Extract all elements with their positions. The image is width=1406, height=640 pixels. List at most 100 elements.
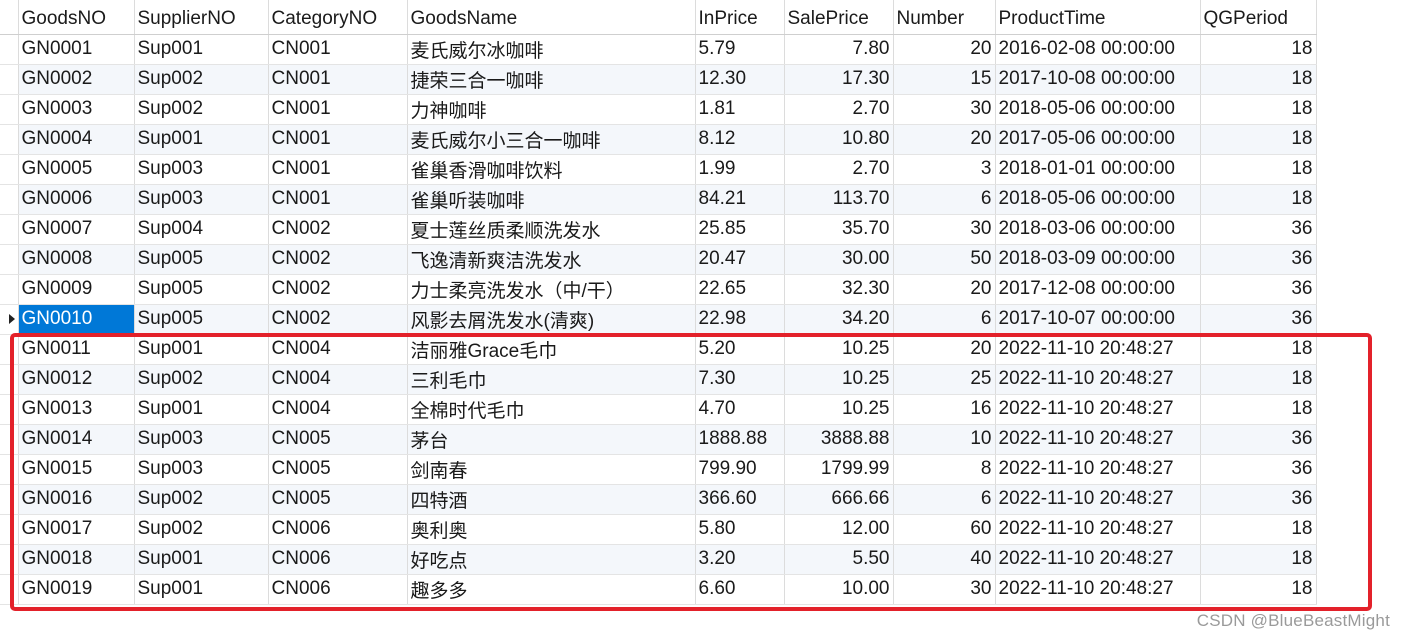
table-cell[interactable]: CN004 bbox=[268, 394, 408, 425]
table-cell[interactable]: 4.70 bbox=[695, 394, 785, 425]
table-cell[interactable]: 32.30 bbox=[784, 274, 894, 305]
row-indicator[interactable] bbox=[0, 64, 19, 95]
table-cell[interactable]: 36 bbox=[1200, 484, 1317, 515]
row-indicator[interactable] bbox=[0, 364, 19, 395]
table-row[interactable]: GN0008 Sup005 CN002 飞逸清新爽洁洗发水 20.47 30.00 50 20… bbox=[0, 244, 1317, 275]
table-cell[interactable]: 6 bbox=[893, 184, 996, 215]
table-cell[interactable]: 3888.88 bbox=[784, 424, 894, 455]
row-indicator[interactable] bbox=[0, 304, 19, 335]
table-cell[interactable]: CN001 bbox=[268, 154, 408, 185]
table-cell[interactable]: 2016-02-08 00:00:00 bbox=[995, 34, 1201, 65]
table-cell[interactable]: CN005 bbox=[268, 424, 408, 455]
table-cell[interactable]: Sup005 bbox=[134, 304, 269, 335]
table-cell[interactable]: GN0005 bbox=[18, 154, 135, 185]
table-cell[interactable]: 366.60 bbox=[695, 484, 785, 515]
table-cell[interactable]: 2022-11-10 20:48:27 bbox=[995, 454, 1201, 485]
table-cell[interactable]: 2022-11-10 20:48:27 bbox=[995, 424, 1201, 455]
table-cell[interactable]: 风影去屑洗发水(清爽) bbox=[407, 304, 696, 335]
table-cell[interactable]: GN0012 bbox=[18, 364, 135, 395]
row-indicator[interactable] bbox=[0, 124, 19, 155]
table-cell[interactable]: CN001 bbox=[268, 124, 408, 155]
row-indicator[interactable] bbox=[0, 424, 19, 455]
row-indicator[interactable] bbox=[0, 394, 19, 425]
table-row[interactable]: GN0017 Sup002 CN006 奥利奥 5.80 12.00 60 2022-11-1… bbox=[0, 514, 1317, 545]
table-row[interactable]: GN0015 Sup003 CN005 剑南春 799.90 1799.99 8 2022-1… bbox=[0, 454, 1317, 485]
table-cell[interactable]: 雀巢香滑咖啡饮料 bbox=[407, 154, 696, 185]
table-cell[interactable]: GN0018 bbox=[18, 544, 135, 575]
table-cell[interactable]: 好吃点 bbox=[407, 544, 696, 575]
table-cell[interactable]: 2018-01-01 00:00:00 bbox=[995, 154, 1201, 185]
row-indicator[interactable] bbox=[0, 454, 19, 485]
table-cell[interactable]: Sup001 bbox=[134, 124, 269, 155]
table-cell[interactable]: CN002 bbox=[268, 304, 408, 335]
table-cell[interactable]: Sup002 bbox=[134, 514, 269, 545]
column-header[interactable]: SupplierNO bbox=[134, 0, 269, 35]
table-cell[interactable]: GN0001 bbox=[18, 34, 135, 65]
table-cell[interactable]: 6.60 bbox=[695, 574, 785, 605]
table-cell[interactable]: GN0007 bbox=[18, 214, 135, 245]
table-cell[interactable]: 2022-11-10 20:48:27 bbox=[995, 544, 1201, 575]
table-row[interactable]: GN0014 Sup003 CN005 茅台 1888.88 3888.88 10 2022-… bbox=[0, 424, 1317, 455]
table-cell[interactable]: 2022-11-10 20:48:27 bbox=[995, 484, 1201, 515]
table-cell[interactable]: 22.65 bbox=[695, 274, 785, 305]
table-row[interactable]: GN0016 Sup002 CN005 四特酒 366.60 666.66 6 2022-11… bbox=[0, 484, 1317, 515]
table-cell[interactable]: GN0006 bbox=[18, 184, 135, 215]
table-cell[interactable]: 2.70 bbox=[784, 154, 894, 185]
table-cell[interactable]: 36 bbox=[1200, 304, 1317, 335]
table-cell[interactable]: GN0011 bbox=[18, 334, 135, 365]
table-cell[interactable]: 36 bbox=[1200, 274, 1317, 305]
table-cell[interactable]: 2022-11-10 20:48:27 bbox=[995, 574, 1201, 605]
table-cell[interactable]: 夏士莲丝质柔顺洗发水 bbox=[407, 214, 696, 245]
table-cell[interactable]: 18 bbox=[1200, 574, 1317, 605]
table-cell[interactable]: 20.47 bbox=[695, 244, 785, 275]
table-cell[interactable]: 洁丽雅Grace毛巾 bbox=[407, 334, 696, 365]
table-cell[interactable]: 四特酒 bbox=[407, 484, 696, 515]
column-header[interactable]: Number bbox=[893, 0, 996, 35]
table-cell[interactable]: 1.81 bbox=[695, 94, 785, 125]
table-cell[interactable]: GN0003 bbox=[18, 94, 135, 125]
table-cell[interactable]: 18 bbox=[1200, 334, 1317, 365]
row-indicator[interactable] bbox=[0, 544, 19, 575]
table-cell[interactable]: 2017-05-06 00:00:00 bbox=[995, 124, 1201, 155]
table-cell[interactable]: GN0015 bbox=[18, 454, 135, 485]
table-cell[interactable]: 20 bbox=[893, 274, 996, 305]
table-cell[interactable]: Sup001 bbox=[134, 394, 269, 425]
table-cell[interactable]: Sup005 bbox=[134, 274, 269, 305]
table-cell[interactable]: 8.12 bbox=[695, 124, 785, 155]
row-indicator[interactable] bbox=[0, 574, 19, 605]
table-cell[interactable]: GN0010 bbox=[18, 304, 135, 335]
table-cell[interactable]: 5.50 bbox=[784, 544, 894, 575]
row-indicator[interactable] bbox=[0, 334, 19, 365]
table-cell[interactable]: GN0002 bbox=[18, 64, 135, 95]
table-row[interactable]: GN0006 Sup003 CN001 雀巢听装咖啡 84.21 113.70 6 2018-… bbox=[0, 184, 1317, 215]
table-cell[interactable]: 2017-10-08 00:00:00 bbox=[995, 64, 1201, 95]
table-cell[interactable]: GN0013 bbox=[18, 394, 135, 425]
column-header[interactable]: GoodsName bbox=[407, 0, 696, 35]
table-cell[interactable]: 2018-05-06 00:00:00 bbox=[995, 184, 1201, 215]
table-cell[interactable]: 2018-03-09 00:00:00 bbox=[995, 244, 1201, 275]
table-cell[interactable]: 捷荣三合一咖啡 bbox=[407, 64, 696, 95]
table-cell[interactable]: CN001 bbox=[268, 184, 408, 215]
table-cell[interactable]: 18 bbox=[1200, 34, 1317, 65]
column-header[interactable]: ProductTime bbox=[995, 0, 1201, 35]
table-cell[interactable]: CN006 bbox=[268, 514, 408, 545]
table-cell[interactable]: CN006 bbox=[268, 544, 408, 575]
table-cell[interactable]: 40 bbox=[893, 544, 996, 575]
table-cell[interactable]: 30.00 bbox=[784, 244, 894, 275]
table-cell[interactable]: 799.90 bbox=[695, 454, 785, 485]
row-indicator[interactable] bbox=[0, 274, 19, 305]
table-cell[interactable]: 10 bbox=[893, 424, 996, 455]
table-cell[interactable]: CN002 bbox=[268, 274, 408, 305]
table-cell[interactable]: 30 bbox=[893, 574, 996, 605]
table-cell[interactable]: Sup001 bbox=[134, 334, 269, 365]
table-cell[interactable]: 1888.88 bbox=[695, 424, 785, 455]
table-cell[interactable]: Sup004 bbox=[134, 214, 269, 245]
table-cell[interactable]: 18 bbox=[1200, 544, 1317, 575]
table-cell[interactable]: 2022-11-10 20:48:27 bbox=[995, 394, 1201, 425]
table-cell[interactable]: Sup002 bbox=[134, 364, 269, 395]
column-header[interactable]: QGPeriod bbox=[1200, 0, 1317, 35]
row-indicator[interactable] bbox=[0, 34, 19, 65]
table-cell[interactable]: Sup002 bbox=[134, 484, 269, 515]
table-cell[interactable]: 113.70 bbox=[784, 184, 894, 215]
table-row[interactable]: GN0009 Sup005 CN002 力士柔亮洗发水（中/干） 22.65 32.30 2… bbox=[0, 274, 1317, 305]
